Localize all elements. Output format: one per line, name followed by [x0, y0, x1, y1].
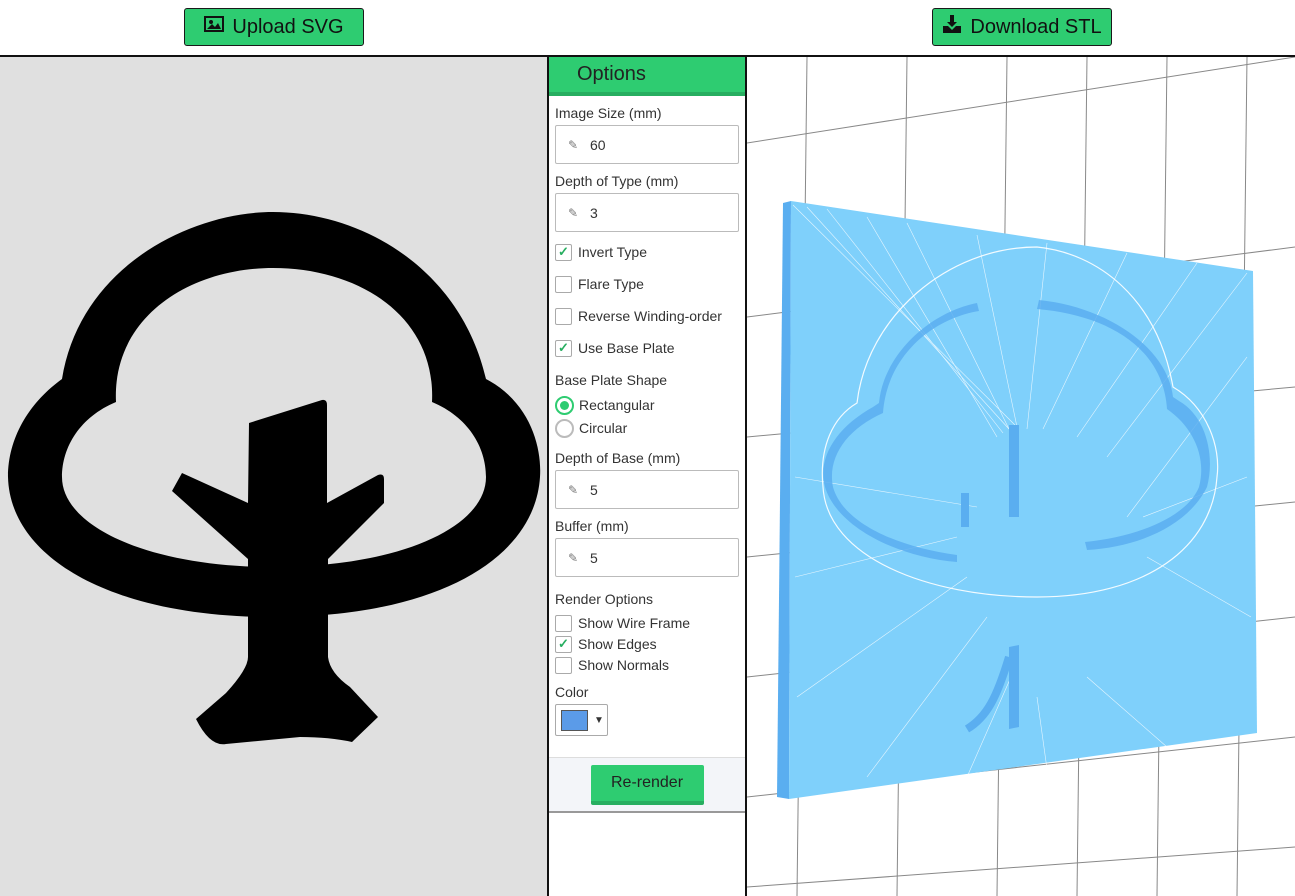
- download-icon: [942, 14, 962, 40]
- download-stl-button[interactable]: Download STL: [932, 8, 1112, 46]
- depth-type-field[interactable]: ✎ 3: [555, 193, 739, 232]
- flare-type-checkbox[interactable]: [555, 275, 572, 293]
- invert-type-option[interactable]: ✓ Invert Type: [555, 241, 745, 263]
- image-size-label: Image Size (mm): [555, 105, 662, 121]
- depth-type-value: 3: [590, 204, 598, 221]
- reverse-winding-checkbox[interactable]: [555, 307, 572, 325]
- buffer-field[interactable]: ✎ 5: [555, 538, 739, 577]
- use-base-plate-label: Use Base Plate: [578, 340, 675, 356]
- pencil-icon: ✎: [568, 482, 579, 497]
- depth-base-label: Depth of Base (mm): [555, 450, 681, 466]
- wire-frame-option[interactable]: Show Wire Frame: [555, 613, 745, 633]
- model-plate-side: [777, 201, 791, 799]
- shape-rectangular-option[interactable]: Rectangular: [555, 394, 745, 416]
- flare-type-label: Flare Type: [578, 276, 644, 292]
- model-trunk-wall: [1009, 425, 1019, 517]
- download-stl-label: Download STL: [970, 15, 1102, 38]
- depth-type-label: Depth of Type (mm): [555, 173, 679, 189]
- svg-preview-pane: [0, 57, 549, 896]
- options-header: Options: [549, 57, 745, 96]
- buffer-label: Buffer (mm): [555, 518, 629, 534]
- use-base-plate-option[interactable]: ✓ Use Base Plate: [555, 337, 745, 359]
- shape-rectangular-label: Rectangular: [579, 397, 655, 413]
- shape-circular-label: Circular: [579, 420, 628, 436]
- color-label: Color: [555, 684, 589, 700]
- show-normals-label: Show Normals: [578, 657, 670, 673]
- image-size-field[interactable]: ✎ 60: [555, 125, 739, 164]
- color-swatch: [561, 709, 588, 731]
- use-base-plate-checkbox[interactable]: ✓: [555, 339, 572, 357]
- pencil-icon: ✎: [568, 137, 579, 152]
- buffer-value: 5: [590, 549, 598, 566]
- show-edges-option[interactable]: ✓ Show Edges: [555, 634, 745, 654]
- show-normals-option[interactable]: Show Normals: [555, 655, 745, 675]
- wire-frame-checkbox[interactable]: [555, 614, 572, 632]
- upload-svg-button[interactable]: Upload SVG: [184, 8, 364, 46]
- shape-circular-radio[interactable]: [555, 418, 574, 438]
- tree-icon: [8, 212, 541, 745]
- shape-rectangular-radio[interactable]: [555, 395, 574, 415]
- flare-type-option[interactable]: Flare Type: [555, 273, 745, 295]
- 3d-viewport[interactable]: [747, 57, 1295, 896]
- shape-circular-option[interactable]: Circular: [555, 417, 745, 439]
- top-toolbar: Upload SVG Download STL: [0, 0, 1295, 57]
- rerender-zone: Re-render: [549, 757, 745, 813]
- grid-line: [747, 846, 1295, 888]
- rerender-button[interactable]: Re-render: [590, 764, 704, 805]
- dropdown-arrow-icon: ▼: [594, 714, 604, 726]
- wire-frame-label: Show Wire Frame: [578, 615, 691, 631]
- depth-base-value: 5: [590, 481, 598, 498]
- image-icon: [204, 14, 225, 40]
- 3d-scene: [747, 57, 1295, 896]
- color-picker[interactable]: ▼: [555, 704, 608, 736]
- pencil-icon: ✎: [568, 205, 579, 220]
- model-branch-wall: [961, 493, 969, 527]
- show-edges-label: Show Edges: [578, 636, 657, 652]
- depth-base-field[interactable]: ✎ 5: [555, 470, 739, 509]
- options-panel: Options Image Size (mm) ✎ 60 Depth of Ty…: [549, 57, 747, 896]
- show-normals-checkbox[interactable]: [555, 656, 572, 674]
- image-size-value: 60: [590, 136, 606, 153]
- grid-line: [747, 57, 1295, 144]
- show-edges-checkbox[interactable]: ✓: [555, 635, 572, 653]
- render-options-label: Render Options: [555, 591, 654, 607]
- base-plate-shape-label: Base Plate Shape: [555, 372, 668, 388]
- invert-type-checkbox[interactable]: ✓: [555, 243, 572, 261]
- pencil-icon: ✎: [568, 550, 579, 565]
- invert-type-label: Invert Type: [578, 244, 648, 260]
- reverse-winding-option[interactable]: Reverse Winding-order: [555, 305, 745, 327]
- reverse-winding-label: Reverse Winding-order: [578, 308, 722, 324]
- upload-svg-label: Upload SVG: [232, 15, 344, 38]
